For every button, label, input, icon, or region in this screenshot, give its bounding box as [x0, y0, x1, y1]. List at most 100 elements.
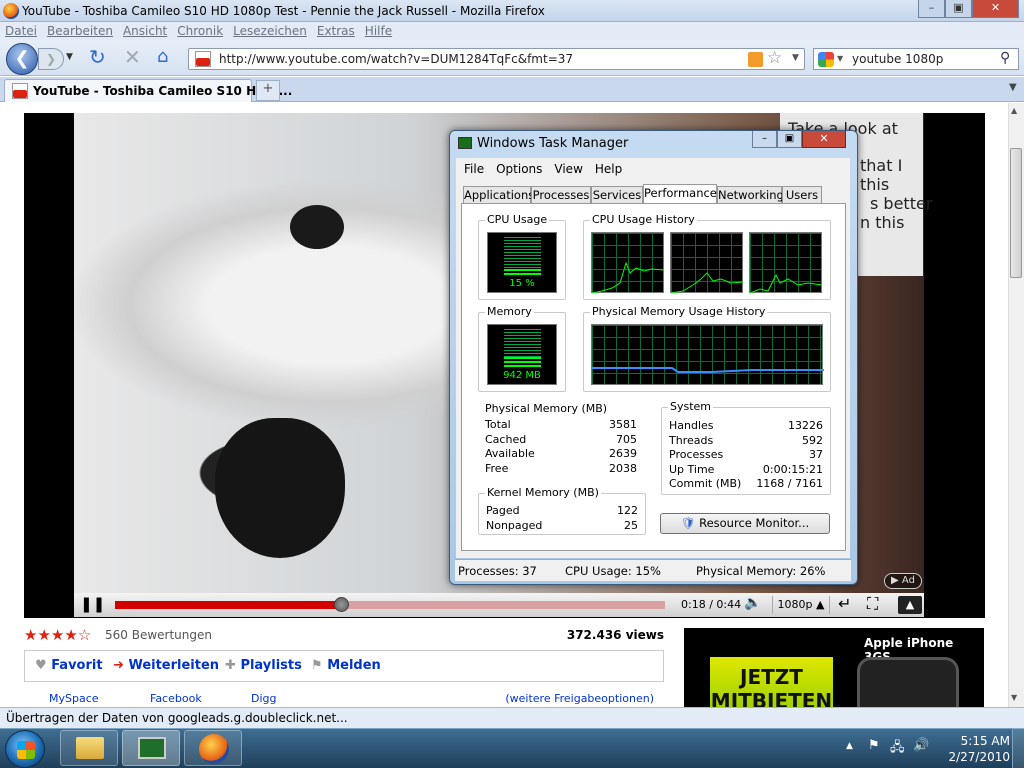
- history-dropdown-icon[interactable]: ▼: [66, 52, 73, 62]
- youtube-favicon-icon: [12, 83, 28, 99]
- clock-time[interactable]: 5:15 AM: [961, 734, 1010, 748]
- home-icon[interactable]: ⌂: [157, 46, 168, 67]
- resource-monitor-button[interactable]: 🛡 Resource Monitor...: [660, 513, 830, 534]
- google-engine-icon[interactable]: [818, 52, 834, 67]
- menu-ansicht[interactable]: Ansicht: [123, 24, 167, 38]
- cpu-history-line-1: [591, 261, 665, 294]
- cpu-history-graph-1: [591, 232, 665, 294]
- pause-icon[interactable]: ❚❚: [80, 595, 105, 615]
- collapse-player-icon[interactable]: ▲: [898, 596, 922, 614]
- reload-icon[interactable]: ↻: [89, 45, 106, 69]
- url-bar[interactable]: http://www.youtube.com/watch?v=DUM1284Tq…: [188, 48, 805, 70]
- more-share-options[interactable]: (weitere Freigabeoptionen): [505, 692, 654, 705]
- fullscreen-icon[interactable]: ⛶: [867, 594, 878, 614]
- shield-icon: 🛡: [680, 516, 696, 530]
- menu-bearbeiten[interactable]: Bearbeiten: [47, 24, 113, 38]
- ad-badge-label: Ad: [901, 575, 915, 586]
- system-key: Up Time: [669, 463, 715, 476]
- status-cpu: CPU Usage: 15%: [565, 564, 661, 578]
- menu-lesezeichen[interactable]: Lesezeichen: [233, 24, 307, 38]
- tab-users[interactable]: Users: [782, 186, 822, 204]
- menu-extras[interactable]: Extras: [317, 24, 355, 38]
- task-manager-taskbar-button[interactable]: [122, 730, 180, 766]
- view-count: 372.436 views: [566, 628, 664, 642]
- volume-icon[interactable]: 🔊: [913, 738, 929, 753]
- new-tab-button[interactable]: +: [256, 80, 280, 101]
- stop-icon[interactable]: ✕: [124, 45, 141, 69]
- ad-cta-button[interactable]: JETZT MITBIETEN: [710, 657, 833, 713]
- minimize-button[interactable]: –: [918, 0, 945, 18]
- engine-dropdown-icon[interactable]: ▼: [837, 54, 843, 63]
- share-digg[interactable]: Digg: [251, 692, 277, 705]
- menu-chronik[interactable]: Chronik: [177, 24, 223, 38]
- tab-performance[interactable]: Performance: [643, 184, 717, 204]
- share-facebook[interactable]: Facebook: [150, 692, 202, 705]
- action-center-flag-icon[interactable]: ⚑: [868, 738, 880, 753]
- favorite-label: Favorit: [51, 658, 103, 673]
- windows-logo-icon: [17, 741, 35, 759]
- tab-applications[interactable]: Applications: [463, 186, 534, 204]
- progress-handle[interactable]: [333, 597, 349, 612]
- search-icon[interactable]: ⚲: [1000, 50, 1010, 66]
- system-value: 1168 / 7161: [756, 477, 823, 490]
- tm-menu-options[interactable]: Options: [496, 162, 542, 176]
- tm-maximize-button[interactable]: ▣: [777, 131, 802, 148]
- url-dropdown-icon[interactable]: ▼: [792, 53, 799, 63]
- tm-menu-help[interactable]: Help: [595, 162, 622, 176]
- scroll-up-icon[interactable]: ▲: [1011, 106, 1017, 115]
- flag-label: Melden: [327, 658, 381, 673]
- volume-icon[interactable]: 🔈: [744, 595, 761, 611]
- clock-date[interactable]: 2/27/2010: [948, 750, 1010, 764]
- scroll-down-icon[interactable]: ▼: [1011, 693, 1017, 702]
- tab-networking[interactable]: Networking: [717, 186, 784, 204]
- memory-label: Memory: [485, 305, 534, 318]
- network-icon[interactable]: 🖧: [890, 738, 905, 760]
- maximize-button[interactable]: ▣: [945, 0, 972, 18]
- memory-value: 942 MB: [503, 370, 541, 381]
- physical-memory-group: Physical Memory (MB) Total 3581 Cached 705…: [478, 402, 646, 479]
- system-value: 37: [809, 448, 823, 461]
- memory-meter-fill: [504, 357, 541, 367]
- tm-close-button[interactable]: ✕: [802, 131, 846, 148]
- system-title: System: [668, 400, 714, 413]
- flag-button[interactable]: ⚑ Melden: [311, 658, 381, 673]
- menu-datei[interactable]: Datei: [5, 24, 37, 38]
- quality-selector[interactable]: 1080p ▲: [772, 596, 830, 614]
- favorite-button[interactable]: ♥ Favorit: [35, 658, 103, 673]
- tm-menu-view[interactable]: View: [554, 162, 582, 176]
- physical-key: Free: [485, 462, 509, 475]
- share-myspace[interactable]: MySpace: [49, 692, 99, 705]
- explorer-taskbar-button[interactable]: [60, 730, 118, 766]
- popout-icon[interactable]: ↵: [838, 594, 851, 613]
- cpu-history-line-3: [749, 273, 823, 294]
- status-bar: Übertragen der Daten von googleads.g.dou…: [0, 707, 1024, 728]
- tm-menu-file[interactable]: File: [464, 162, 484, 176]
- tab-list-dropdown-icon[interactable]: ▼: [1009, 82, 1017, 93]
- system-value: 13226: [788, 419, 823, 432]
- bookmark-star-icon[interactable]: ☆: [767, 48, 782, 68]
- start-button[interactable]: [5, 730, 45, 768]
- search-input[interactable]: ▼ youtube 1080p ⚲: [813, 48, 1019, 70]
- rating-stars-icon[interactable]: ★★★★☆: [24, 626, 91, 644]
- forward-arrow-icon[interactable]: ❯: [38, 48, 64, 70]
- back-arrow-icon[interactable]: ❮: [6, 43, 38, 75]
- tab-youtube[interactable]: YouTube - Toshiba Camileo S10 HD 1...: [4, 79, 292, 102]
- menu-hilfe[interactable]: Hilfe: [365, 24, 392, 38]
- ad-badge[interactable]: ▶ Ad: [884, 573, 922, 589]
- system-key: Threads: [669, 434, 714, 447]
- tm-minimize-button[interactable]: –: [752, 131, 777, 148]
- playlists-button[interactable]: ✚ Playlists: [225, 658, 302, 673]
- show-desktop-button[interactable]: [1012, 728, 1024, 768]
- show-hidden-icons-icon[interactable]: ▲: [846, 741, 853, 751]
- firefox-taskbar-button[interactable]: [184, 730, 242, 766]
- heart-icon: ♥: [35, 658, 47, 673]
- tab-processes[interactable]: Processes: [531, 186, 591, 204]
- close-button[interactable]: ✕: [972, 0, 1019, 18]
- cpu-history-label: CPU Usage History: [590, 213, 697, 226]
- system-key: Commit (MB): [669, 477, 742, 490]
- rss-feed-icon[interactable]: [748, 52, 763, 67]
- share-button[interactable]: ➜ Weiterleiten: [113, 658, 219, 673]
- tab-services[interactable]: Services: [591, 186, 643, 204]
- scrollbar-thumb[interactable]: [1010, 148, 1022, 278]
- dog-eye: [290, 205, 344, 249]
